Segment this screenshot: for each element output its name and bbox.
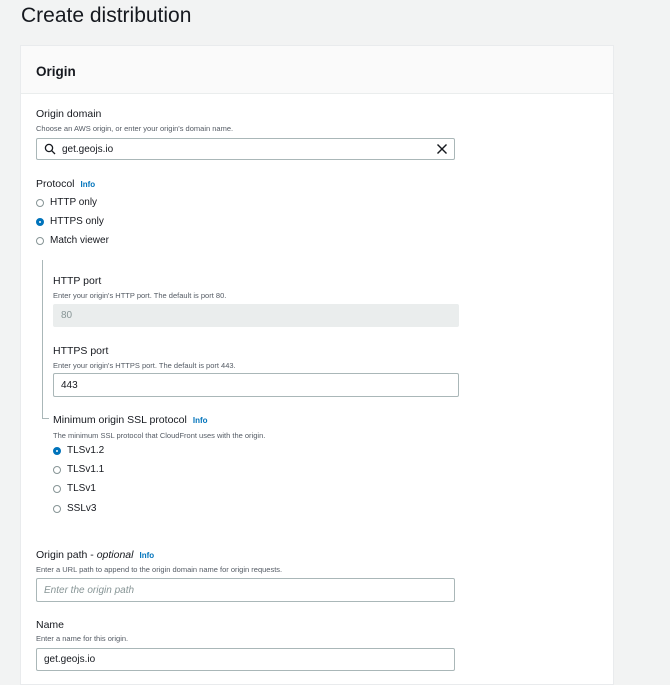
protocol-option-https-only[interactable]: HTTPS only	[36, 216, 104, 227]
ssl-option-sslv3[interactable]: SSLv3	[53, 503, 96, 514]
radio-sslv3[interactable]	[53, 504, 61, 513]
name-description: Enter a name for this origin.	[36, 634, 129, 643]
page-title: Create distribution	[21, 4, 192, 27]
ssl-protocol-label: Minimum origin SSL protocol Info	[53, 414, 208, 426]
http-port-value: 80	[61, 310, 73, 321]
origin-path-placeholder: Enter the origin path	[44, 584, 135, 596]
ssl-protocol-description: The minimum SSL protocol that CloudFront…	[53, 431, 266, 440]
radio-https-only[interactable]	[36, 217, 44, 226]
protocol-label-text: Protocol	[36, 178, 75, 190]
radio-http-only[interactable]	[36, 198, 44, 207]
radio-tlsv1[interactable]	[53, 484, 61, 493]
search-icon	[44, 143, 56, 155]
protocol-option-label: Match viewer	[50, 235, 109, 246]
protocol-option-match-viewer[interactable]: Match viewer	[36, 235, 109, 246]
name-input[interactable]: get.geojs.io	[36, 648, 455, 671]
origin-panel-title: Origin	[36, 64, 76, 79]
ssl-option-label: SSLv3	[67, 503, 97, 514]
protocol-option-http-only[interactable]: HTTP only	[36, 197, 97, 208]
origin-path-input[interactable]: Enter the origin path	[36, 578, 455, 602]
origin-domain-value: get.geojs.io	[62, 143, 114, 155]
http-port-label: HTTP port	[53, 275, 102, 287]
ssl-option-label: TLSv1	[67, 483, 96, 494]
ssl-option-tlsv1-1[interactable]: TLSv1.1	[53, 464, 104, 475]
origin-path-optional: optional	[96, 549, 134, 561]
ssl-option-label: TLSv1.1	[67, 464, 105, 475]
https-port-label: HTTPS port	[53, 345, 109, 357]
radio-match-viewer[interactable]	[36, 236, 44, 245]
origin-path-info-link[interactable]: Info	[139, 551, 154, 560]
protocol-info-link[interactable]: Info	[81, 180, 96, 189]
origin-domain-label: Origin domain	[36, 108, 102, 120]
origin-domain-input[interactable]: get.geojs.io	[36, 138, 455, 160]
https-port-description: Enter your origin's HTTPS port. The defa…	[53, 361, 236, 370]
radio-tlsv1-1[interactable]	[53, 465, 61, 474]
ssl-option-tlsv1[interactable]: TLSv1	[53, 483, 96, 494]
ssl-option-label: TLSv1.2	[67, 445, 105, 456]
clear-icon[interactable]	[436, 143, 448, 155]
ssl-option-tlsv1-2[interactable]: TLSv1.2	[53, 445, 104, 456]
nested-section-divider-end	[42, 418, 49, 419]
nested-section-divider	[42, 260, 43, 419]
protocol-option-label: HTTPS only	[50, 216, 104, 227]
origin-path-label: Origin path - optional Info	[36, 549, 154, 561]
origin-path-description: Enter a URL path to append to the origin…	[36, 565, 283, 574]
name-value: get.geojs.io	[44, 654, 96, 665]
https-port-value: 443	[61, 379, 78, 391]
origin-domain-description: Choose an AWS origin, or enter your orig…	[36, 124, 234, 133]
https-port-input[interactable]: 443	[53, 373, 459, 397]
http-port-input: 80	[53, 304, 459, 327]
name-label: Name	[36, 619, 65, 631]
origin-panel-header: Origin	[21, 46, 613, 94]
radio-tlsv1-2[interactable]	[53, 446, 61, 455]
http-port-description: Enter your origin's HTTP port. The defau…	[53, 291, 227, 300]
protocol-label: Protocol Info	[36, 178, 95, 190]
ssl-protocol-info-link[interactable]: Info	[193, 416, 208, 425]
ssl-protocol-label-text: Minimum origin SSL protocol	[53, 414, 187, 426]
origin-path-label-text: Origin path -	[36, 549, 97, 561]
protocol-option-label: HTTP only	[50, 197, 98, 208]
